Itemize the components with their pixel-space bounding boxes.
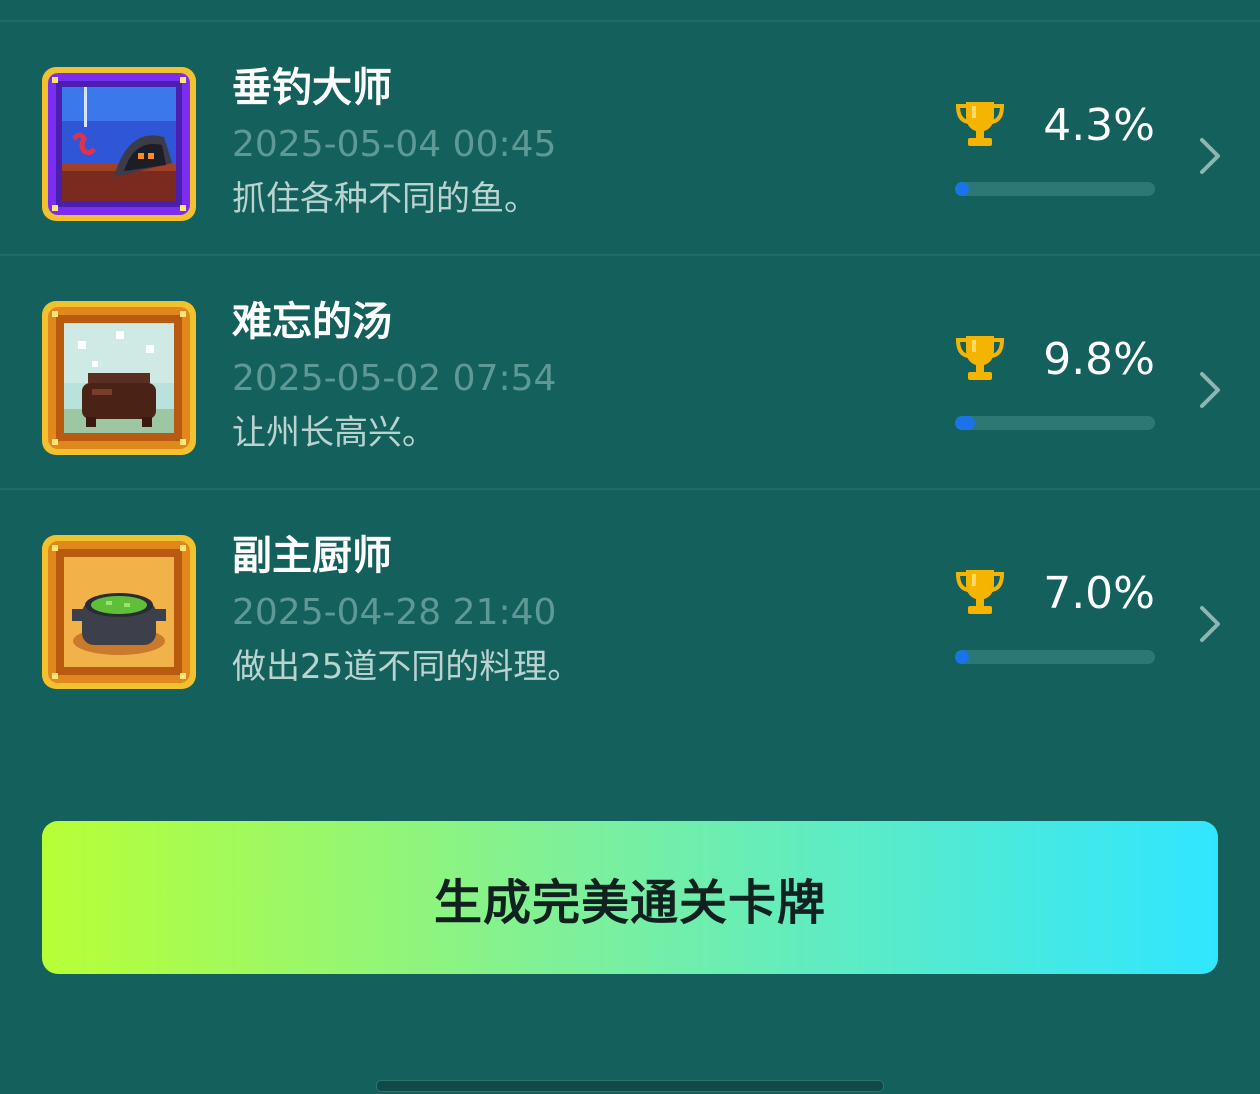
- fishing-master-badge-icon: [42, 67, 196, 221]
- chevron-right-icon[interactable]: [1196, 134, 1224, 178]
- completion-progress-fill: [955, 182, 969, 196]
- generate-button-label: 生成完美通关卡牌: [433, 874, 826, 931]
- completion-progress-fill: [955, 416, 975, 430]
- completion-progress-bar: [955, 182, 1155, 196]
- completion-progress-bar: [955, 650, 1155, 664]
- achievement-row[interactable]: 难忘的汤 2025-05-02 07:54 让州长高兴。 9.8%: [0, 256, 1260, 490]
- trophy-icon: [955, 570, 1005, 614]
- trophy-icon: [955, 336, 1005, 380]
- chevron-right-icon[interactable]: [1196, 602, 1224, 646]
- completion-percent: 4.3%: [1043, 100, 1155, 151]
- achievement-description: 做出25道不同的料理。: [232, 647, 582, 687]
- achievement-date: 2025-05-02 07:54: [232, 358, 557, 399]
- achievement-date: 2025-04-28 21:40: [232, 592, 557, 633]
- completion-percent: 7.0%: [1043, 568, 1155, 619]
- achievement-row[interactable]: 垂钓大师 2025-05-04 00:45 抓住各种不同的鱼。 4.3%: [0, 22, 1260, 256]
- completion-progress-bar: [955, 416, 1155, 430]
- achievement-title: 垂钓大师: [232, 65, 392, 111]
- memorable-soup-badge-icon: [42, 301, 196, 455]
- achievement-description: 抓住各种不同的鱼。: [232, 179, 538, 219]
- trophy-icon: [955, 102, 1005, 146]
- achievement-title: 副主厨师: [232, 533, 392, 579]
- achievement-description: 让州长高兴。: [232, 413, 436, 453]
- achievement-row[interactable]: 副主厨师 2025-04-28 21:40 做出25道不同的料理。 7.0%: [0, 490, 1260, 724]
- home-indicator[interactable]: [376, 1080, 884, 1092]
- generate-perfect-card-button[interactable]: 生成完美通关卡牌: [42, 821, 1218, 974]
- achievement-title: 难忘的汤: [232, 299, 392, 345]
- chevron-right-icon[interactable]: [1196, 368, 1224, 412]
- sous-chef-badge-icon: [42, 535, 196, 689]
- achievement-date: 2025-05-04 00:45: [232, 124, 557, 165]
- completion-progress-fill: [955, 650, 969, 664]
- completion-percent: 9.8%: [1043, 334, 1155, 385]
